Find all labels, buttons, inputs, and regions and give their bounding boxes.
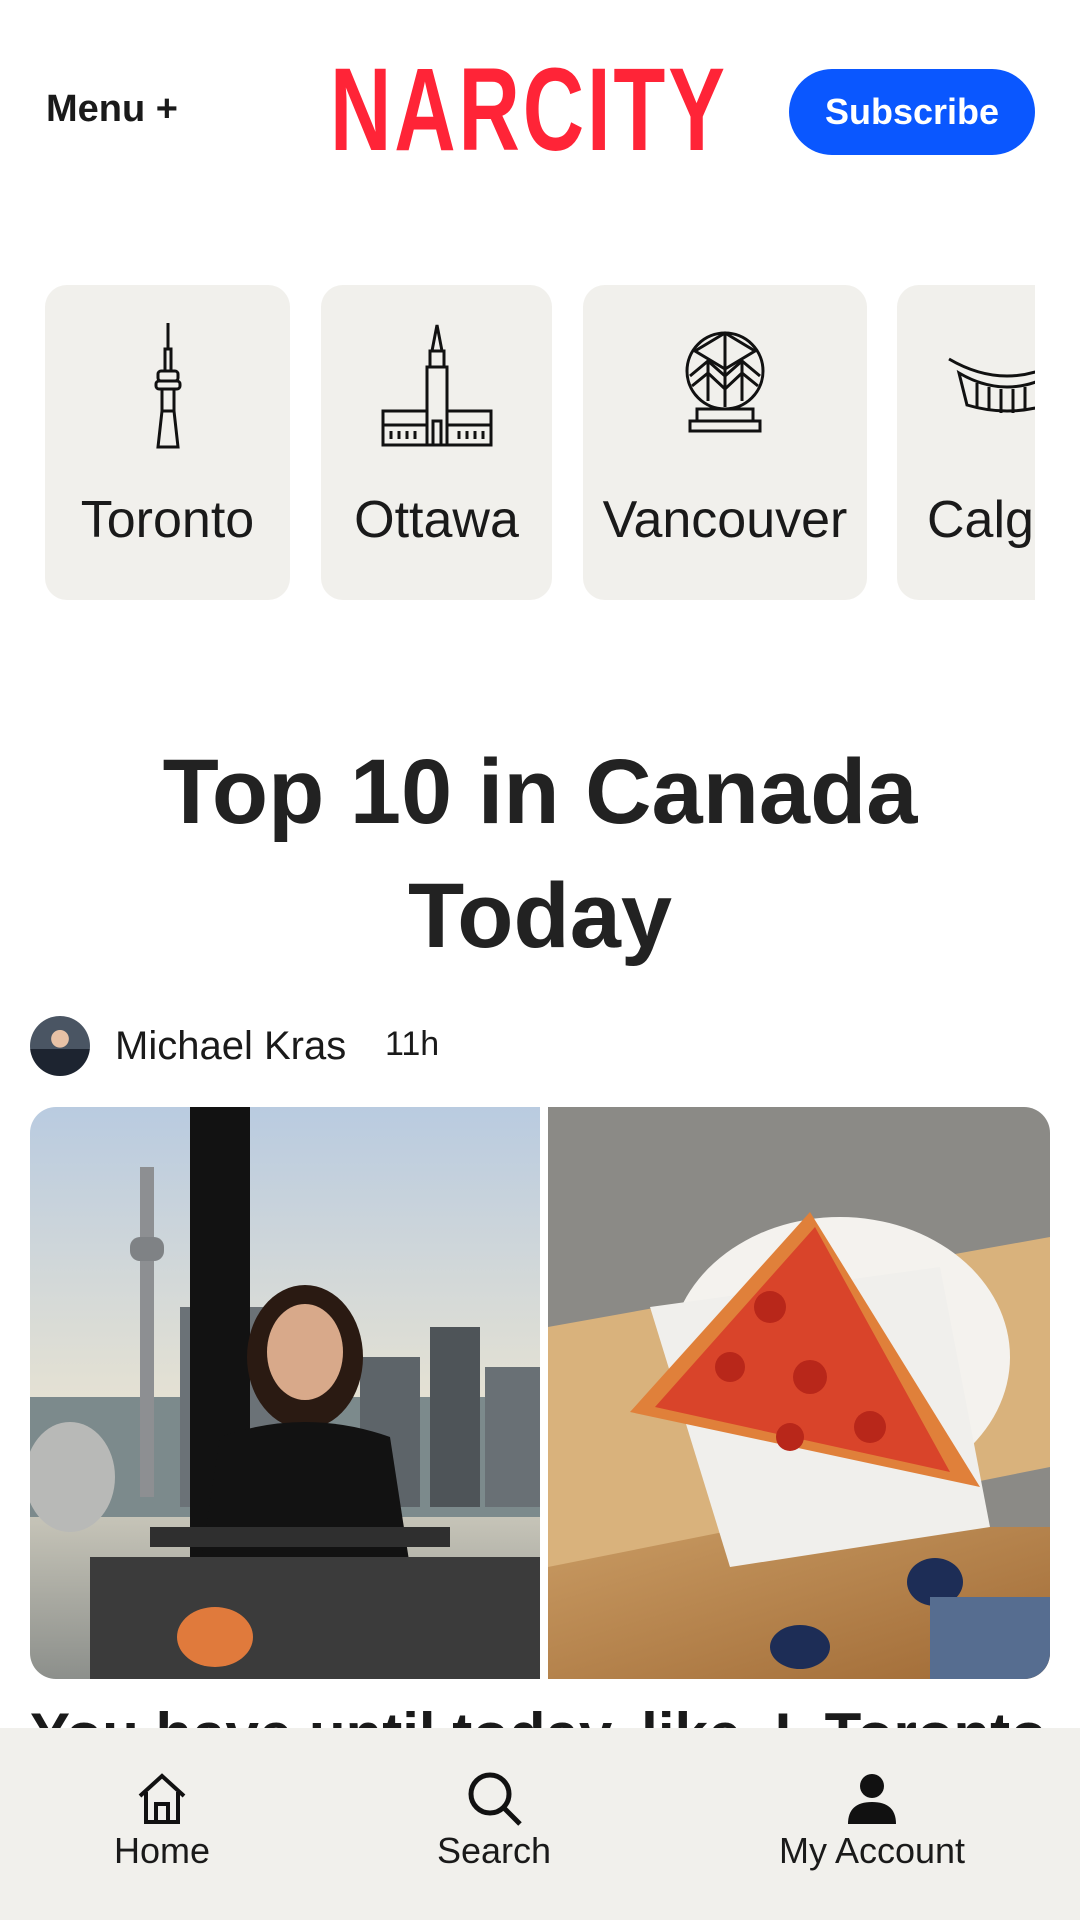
article-image[interactable]	[30, 1107, 1050, 1679]
nav-home[interactable]: Home	[62, 1728, 262, 1920]
section-title-line2: Today	[407, 865, 673, 967]
city-card-calgary[interactable]: Calg	[897, 285, 1035, 600]
city-label: Toronto	[80, 491, 255, 549]
search-icon	[394, 1768, 594, 1828]
city-card-ottawa[interactable]: Ottawa	[321, 285, 552, 600]
nav-search-label: Search	[436, 1830, 552, 1871]
section-title: Top 10 in Canada Today	[60, 730, 1020, 978]
science-world-dome-icon	[583, 321, 867, 451]
nav-my-account[interactable]: My Account	[752, 1728, 992, 1920]
nav-search[interactable]: Search	[394, 1728, 594, 1920]
section-title-line1: Top 10 in Canada	[162, 741, 918, 843]
city-card-toronto[interactable]: Toronto	[45, 285, 290, 600]
narcity-logo[interactable]: NARCITY	[330, 40, 725, 180]
city-carousel[interactable]: Toronto Ottawa Vancouver Calg	[45, 285, 1035, 600]
author-name[interactable]: Michael Kras	[115, 1016, 346, 1076]
post-time: 11h	[385, 1025, 440, 1063]
parliament-icon	[321, 321, 552, 451]
nav-home-label: Home	[113, 1830, 211, 1871]
subscribe-button[interactable]: Subscribe	[789, 69, 1035, 155]
author-avatar[interactable]	[30, 1016, 90, 1076]
menu-button[interactable]: Menu +	[46, 88, 178, 131]
city-label: Vancouver	[602, 491, 848, 549]
city-card-vancouver[interactable]: Vancouver	[583, 285, 867, 600]
bottom-nav: Home Search My Account	[0, 1728, 1080, 1920]
city-label: Ottawa	[354, 491, 519, 549]
city-label: Calg	[927, 491, 1034, 549]
nav-my-account-label: My Account	[778, 1830, 966, 1871]
user-icon	[752, 1768, 992, 1828]
cn-tower-icon	[45, 321, 290, 451]
home-icon	[62, 1768, 262, 1828]
header: Menu + NARCITY Subscribe	[0, 0, 1080, 220]
saddledome-icon	[897, 321, 1035, 451]
